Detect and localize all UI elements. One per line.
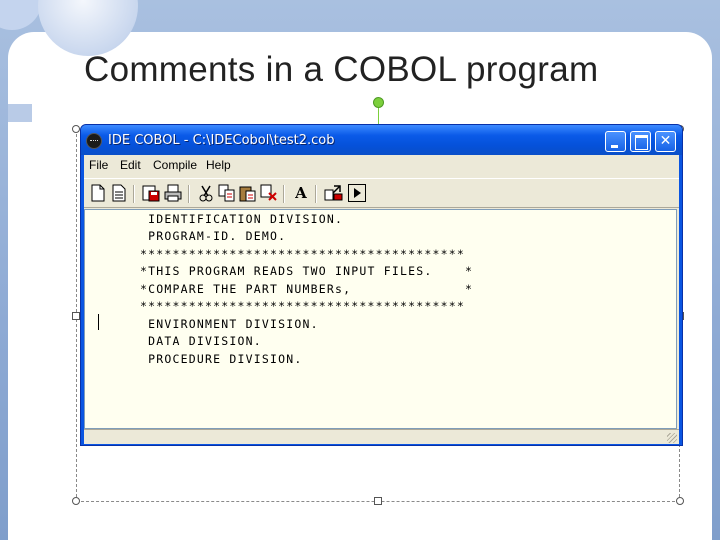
code-editor[interactable]: IDENTIFICATION DIVISION. PROGRAM-ID. DEM… xyxy=(84,209,677,429)
resize-grip[interactable] xyxy=(667,433,677,443)
text-caret xyxy=(98,314,99,330)
code-line: PROCEDURE DIVISION. xyxy=(140,352,303,366)
window-client: File Edit Compile Help A IDENTIFICATION … xyxy=(84,155,679,444)
minimize-button[interactable] xyxy=(605,131,626,152)
rotation-handle[interactable] xyxy=(373,97,384,108)
print-icon[interactable] xyxy=(164,184,182,202)
toolbar: A xyxy=(84,178,679,208)
code-line: *THIS PROGRAM READS TWO INPUT FILES. * xyxy=(140,264,474,278)
delete-icon[interactable] xyxy=(260,184,277,202)
slide-title: Comments in a COBOL program xyxy=(84,50,599,89)
code-line: DATA DIVISION. xyxy=(140,334,262,348)
toolbar-separator xyxy=(315,185,317,203)
menu-edit[interactable]: Edit xyxy=(120,158,141,172)
code-line: **************************************** xyxy=(140,299,465,313)
open-file-icon[interactable] xyxy=(111,184,127,202)
code-line: *COMPARE THE PART NUMBERs, * xyxy=(140,282,474,296)
run-icon[interactable] xyxy=(348,184,366,202)
compile-icon[interactable] xyxy=(324,184,343,202)
window-title: IDE COBOL - C:\IDECobol\test2.cob xyxy=(108,133,335,148)
code-line: IDENTIFICATION DIVISION. xyxy=(140,212,344,226)
cut-icon[interactable] xyxy=(198,184,214,202)
toolbar-separator xyxy=(283,185,285,203)
menu-help[interactable]: Help xyxy=(206,158,231,172)
close-button[interactable]: ✕ xyxy=(655,131,676,152)
font-icon[interactable]: A xyxy=(293,184,309,202)
maximize-button[interactable] xyxy=(630,131,651,152)
save-icon[interactable] xyxy=(142,184,160,202)
resize-handle-left[interactable] xyxy=(72,312,80,320)
status-bar xyxy=(84,429,679,444)
resize-handle-top-left[interactable] xyxy=(72,125,80,133)
decorative-strip xyxy=(8,104,32,122)
new-file-icon[interactable] xyxy=(90,184,106,202)
code-line: ENVIRONMENT DIVISION. xyxy=(140,317,319,331)
toolbar-separator xyxy=(188,185,190,203)
menu-bar: File Edit Compile Help xyxy=(84,155,679,177)
copy-icon[interactable] xyxy=(218,184,235,202)
code-line: PROGRAM-ID. DEMO. xyxy=(140,229,287,243)
code-line: **************************************** xyxy=(140,247,465,261)
paste-icon[interactable] xyxy=(239,184,256,202)
app-icon[interactable] xyxy=(86,133,102,149)
resize-handle-bottom-left[interactable] xyxy=(72,497,80,505)
window-titlebar[interactable]: IDE COBOL - C:\IDECobol\test2.cob ✕ xyxy=(81,125,682,155)
menu-compile[interactable]: Compile xyxy=(153,158,197,172)
resize-handle-bottom-right[interactable] xyxy=(676,497,684,505)
resize-handle-bottom[interactable] xyxy=(374,497,382,505)
toolbar-separator xyxy=(133,185,135,203)
menu-file[interactable]: File xyxy=(89,158,108,172)
ide-window: IDE COBOL - C:\IDECobol\test2.cob ✕ File… xyxy=(80,124,683,446)
